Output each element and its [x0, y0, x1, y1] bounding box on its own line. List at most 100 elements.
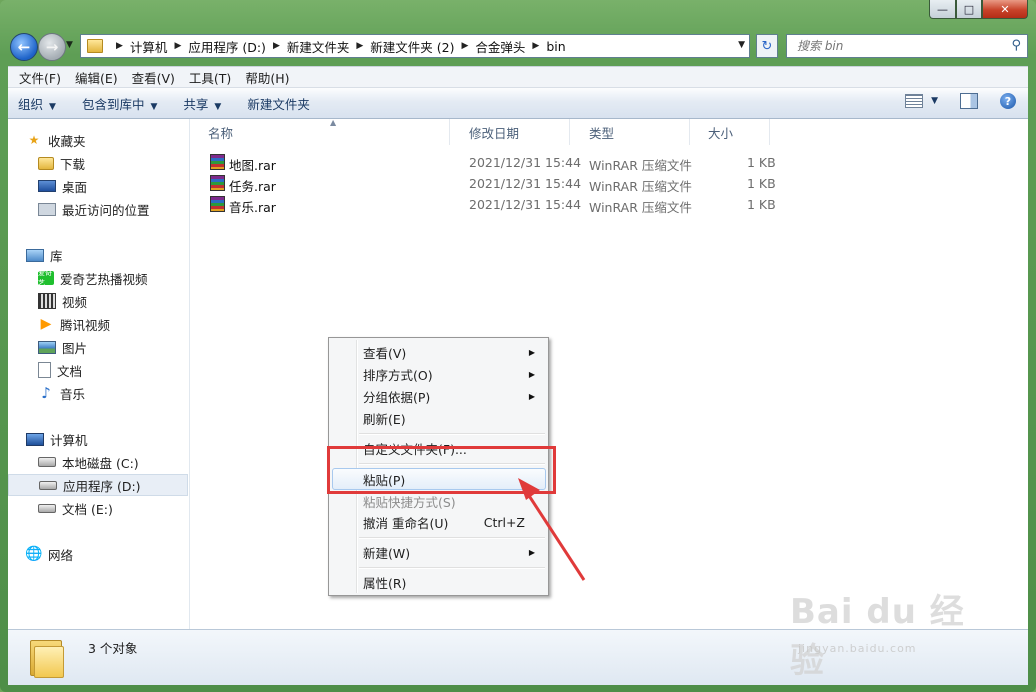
address-bar[interactable]: ▶ 计算机 ▶ 应用程序 (D:) ▶ 新建文件夹 ▶ 新建文件夹 (2) ▶ … — [80, 34, 750, 58]
menu-item-new[interactable]: 新建(W) ▶ — [363, 541, 543, 563]
nav-group-favorites[interactable]: ★ 收藏夹 — [26, 129, 206, 151]
breadcrumb-item[interactable]: 新建文件夹 — [287, 37, 350, 56]
drive-icon — [39, 480, 57, 490]
chevron-right-icon[interactable]: ▶ — [273, 41, 280, 51]
context-menu: 查看(V) ▶ 排序方式(O) ▶ 分组依据(P) ▶ 刷新(E) 自定义文件夹(F)… — [328, 337, 549, 596]
submenu-arrow-icon: ▶ — [528, 547, 535, 557]
file-type: WinRAR 压缩文件 — [589, 179, 692, 194]
view-options-dropdown[interactable]: ▼ — [931, 96, 938, 106]
folder-icon — [87, 39, 103, 53]
nav-label: 网络 — [48, 547, 74, 563]
organize-button[interactable]: 组织 ▼ — [18, 94, 56, 113]
arrow-left-icon: ← — [17, 38, 31, 56]
menu-tools[interactable]: 工具(T) — [189, 68, 231, 87]
menu-label: 排序方式(O) — [363, 367, 433, 383]
menu-item-group[interactable]: 分组依据(P) ▶ — [363, 385, 543, 407]
file-size: 1 KB — [747, 155, 776, 170]
chevron-right-icon[interactable]: ▶ — [174, 41, 181, 51]
breadcrumb-item[interactable]: bin — [546, 39, 565, 54]
recent-pages-dropdown[interactable]: ▼ — [66, 40, 73, 50]
menu-view[interactable]: 查看(V) — [132, 68, 175, 87]
refresh-button[interactable]: ↻ — [756, 34, 778, 58]
menu-help[interactable]: 帮助(H) — [245, 68, 289, 87]
menu-item-customize-folder[interactable]: 自定义文件夹(F)... — [363, 437, 543, 459]
menu-item-refresh[interactable]: 刷新(E) — [363, 407, 543, 429]
help-icon[interactable]: ? — [1000, 93, 1016, 109]
nav-label: 图片 — [62, 340, 88, 356]
nav-label: 收藏夹 — [48, 133, 86, 149]
chevron-down-icon: ▼ — [49, 101, 56, 112]
navigation-pane[interactable]: ★ 收藏夹 下载 桌面 最近访问的位置 库 爱奇艺 爱奇艺热播视频 视频 ▶ 腾讯视频… — [8, 119, 190, 629]
chevron-right-icon[interactable]: ▶ — [532, 41, 539, 51]
menu-label: 分组依据(P) — [363, 389, 431, 405]
menu-item-properties[interactable]: 属性(R) — [363, 571, 543, 593]
breadcrumb-item[interactable]: 计算机 — [130, 37, 168, 56]
address-history-dropdown[interactable]: ▼ — [738, 40, 745, 50]
search-box[interactable]: ⚲ — [786, 34, 1028, 58]
close-button[interactable]: ✕ — [982, 0, 1028, 19]
nav-label: 文档 (E:) — [62, 501, 113, 517]
iqiyi-icon: 爱奇艺 — [38, 269, 54, 287]
share-label: 共享 — [183, 96, 209, 112]
column-header-modified[interactable]: 修改日期 — [450, 119, 570, 145]
menu-item-view[interactable]: 查看(V) ▶ — [363, 341, 543, 363]
column-header-type[interactable]: 类型 — [570, 119, 690, 145]
menu-item-undo-rename[interactable]: 撤消 重命名(U) Ctrl+Z — [363, 511, 543, 533]
file-list[interactable]: 名称 ▲ 修改日期 类型 大小 地图.rar 2021/12/31 15:44 W… — [190, 118, 1028, 629]
rar-archive-icon — [210, 154, 225, 170]
nav-item-drive-d[interactable]: 应用程序 (D:) — [8, 474, 188, 496]
file-type: WinRAR 压缩文件 — [589, 158, 692, 173]
menu-item-paste[interactable]: 粘贴(P) — [363, 468, 543, 490]
file-name: 地图.rar — [229, 158, 276, 173]
nav-group-computer[interactable]: 计算机 — [26, 428, 206, 450]
view-controls: ▼ ? — [905, 93, 1016, 109]
file-name: 任务.rar — [229, 179, 276, 194]
chevron-down-icon: ▼ — [150, 101, 158, 112]
include-in-library-button[interactable]: 包含到库中 ▼ — [82, 94, 157, 113]
nav-label: 音乐 — [60, 386, 86, 402]
nav-label: 下载 — [60, 156, 86, 172]
computer-icon — [26, 432, 44, 446]
submenu-arrow-icon: ▶ — [528, 347, 535, 357]
file-row[interactable]: 地图.rar 2021/12/31 15:44 WinRAR 压缩文件 1 KB — [190, 152, 790, 173]
nav-label: 计算机 — [50, 432, 88, 448]
menu-item-paste-shortcut: 粘贴快捷方式(S) — [363, 490, 543, 512]
nav-group-libraries[interactable]: 库 — [26, 244, 206, 266]
breadcrumb-item[interactable]: 合金弹头 — [475, 37, 525, 56]
breadcrumb-item[interactable]: 新建文件夹 (2) — [370, 37, 454, 56]
column-header-size[interactable]: 大小 — [690, 119, 770, 145]
nav-group-network[interactable]: 🌐 网络 — [25, 543, 206, 565]
folder-icon — [30, 638, 64, 678]
submenu-arrow-icon: ▶ — [528, 391, 535, 401]
column-label: 名称 — [208, 125, 234, 141]
menu-item-sort[interactable]: 排序方式(O) ▶ — [363, 363, 543, 385]
menu-label: 新建(W) — [363, 545, 411, 561]
forward-button[interactable]: → — [38, 33, 66, 61]
menu-label: 粘贴(P) — [363, 472, 406, 488]
navigation-bar: ← → ▼ ▶ 计算机 ▶ 应用程序 (D:) ▶ 新建文件夹 ▶ 新建文件夹 … — [8, 30, 1028, 62]
file-row[interactable]: 音乐.rar 2021/12/31 15:44 WinRAR 压缩文件 1 KB — [190, 194, 790, 215]
chevron-right-icon[interactable]: ▶ — [461, 41, 468, 51]
change-view-icon[interactable] — [905, 94, 924, 108]
share-button[interactable]: 共享 ▼ — [183, 94, 221, 113]
search-input[interactable] — [795, 38, 999, 54]
chevron-right-icon[interactable]: ▶ — [356, 41, 363, 51]
rar-archive-icon — [210, 196, 225, 212]
chevron-right-icon: ▶ — [116, 41, 123, 51]
file-row[interactable]: 任务.rar 2021/12/31 15:44 WinRAR 压缩文件 1 KB — [190, 173, 790, 194]
back-button[interactable]: ← — [10, 33, 38, 61]
column-header-name[interactable]: 名称 ▲ — [190, 118, 450, 145]
nav-label: 腾讯视频 — [60, 317, 111, 333]
new-folder-button[interactable]: 新建文件夹 — [247, 94, 310, 113]
search-icon[interactable]: ⚲ — [1011, 38, 1021, 53]
minimize-button[interactable]: — — [929, 0, 956, 19]
menu-edit[interactable]: 编辑(E) — [75, 68, 118, 87]
file-type: WinRAR 压缩文件 — [589, 200, 692, 215]
breadcrumb-item[interactable]: 应用程序 (D:) — [188, 37, 266, 56]
sort-ascending-icon: ▲ — [330, 118, 337, 127]
menu-separator — [359, 567, 545, 569]
maximize-button[interactable]: □ — [956, 0, 982, 19]
menu-file[interactable]: 文件(F) — [19, 68, 61, 87]
preview-pane-icon[interactable] — [960, 93, 978, 109]
shortcut-label: Ctrl+Z — [483, 514, 525, 530]
